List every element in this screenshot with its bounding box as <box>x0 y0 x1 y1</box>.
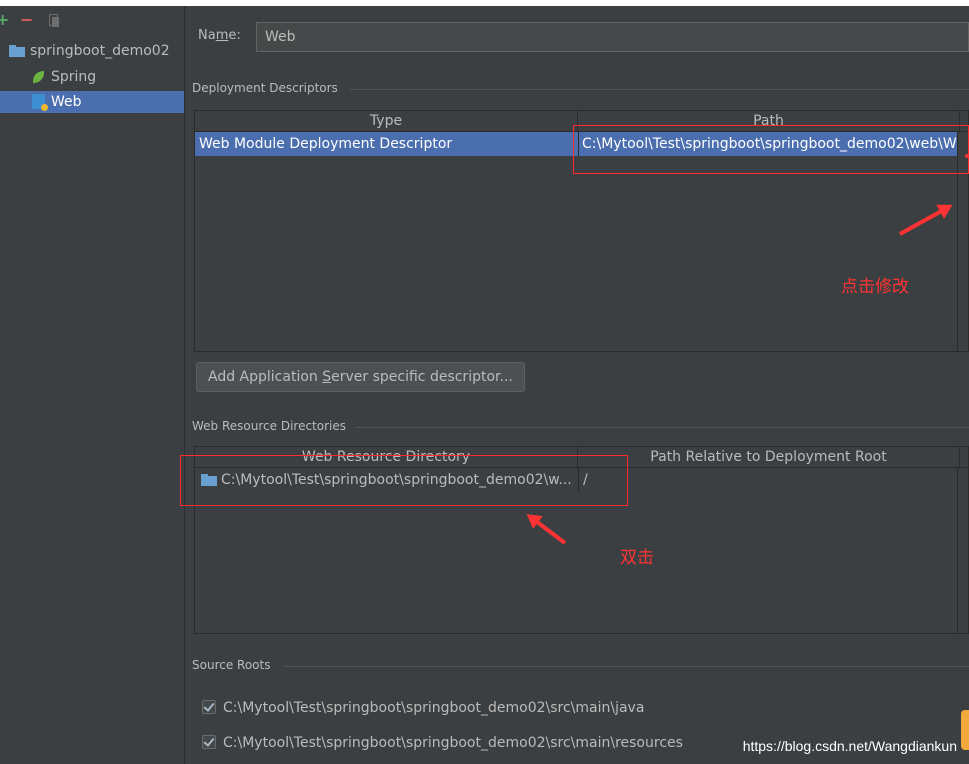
row-type: Web Module Deployment Descriptor <box>199 136 453 152</box>
add-server-descriptor-button[interactable]: Add Application Server specific descript… <box>196 362 525 392</box>
column-header-web-resource-directory[interactable]: Web Resource Directory <box>195 447 578 467</box>
folder-icon <box>201 474 217 486</box>
source-root-java-label: C:\Mytool\Test\springboot\springboot_dem… <box>223 700 645 716</box>
annotation-double-click: 双击 <box>620 548 654 568</box>
column-header-type[interactable]: Type <box>195 111 578 131</box>
side-badge <box>961 710 969 750</box>
scrollbar[interactable] <box>957 132 968 351</box>
column-header-relative-path[interactable]: Path Relative to Deployment Root <box>578 447 960 467</box>
web-facet-icon <box>32 94 48 111</box>
table-row[interactable]: Web Module Deployment Descriptor C:\Myto… <box>195 132 960 156</box>
add-icon[interactable]: + <box>0 12 9 28</box>
annotation-dot <box>965 154 969 158</box>
scrollbar[interactable] <box>957 468 968 633</box>
table-header: Web Resource Directory Path Relative to … <box>195 447 968 468</box>
source-root-java-checkbox[interactable] <box>202 700 216 714</box>
facet-tree-panel: + − springboot_demo02 Spring Web <box>0 6 185 764</box>
row-directory[interactable]: C:\Mytool\Test\springboot\springboot_dem… <box>195 468 578 492</box>
row-relative-path[interactable]: / <box>578 468 960 492</box>
web-resource-directories-title: Web Resource Directories <box>192 419 346 433</box>
name-label: Name: <box>198 28 241 43</box>
source-root-resources-checkbox[interactable] <box>202 735 216 749</box>
source-roots-title: Source Roots <box>192 658 271 672</box>
copy-icon[interactable] <box>49 14 59 28</box>
tree-item-web-label: Web <box>51 94 82 110</box>
name-input[interactable]: Web <box>256 22 969 52</box>
divider <box>356 427 969 428</box>
web-resource-directories-table[interactable]: Web Resource Directory Path Relative to … <box>194 446 969 634</box>
tree-item-spring[interactable]: Spring <box>0 66 184 88</box>
remove-icon[interactable]: − <box>20 12 33 28</box>
column-header-path[interactable]: Path <box>578 111 960 131</box>
row-path[interactable]: C:\Mytool\Test\springboot\springboot_dem… <box>578 132 960 156</box>
tree-item-web[interactable]: Web <box>0 91 184 113</box>
table-header: Type Path <box>195 111 968 132</box>
source-root-resources-label: C:\Mytool\Test\springboot\springboot_dem… <box>223 735 683 751</box>
tree-item-module[interactable]: springboot_demo02 <box>0 40 184 62</box>
divider <box>284 666 969 667</box>
table-row[interactable]: C:\Mytool\Test\springboot\springboot_dem… <box>195 468 960 492</box>
module-folder-icon <box>9 45 25 57</box>
deployment-descriptors-table[interactable]: Type Path Web Module Deployment Descript… <box>194 110 969 352</box>
tree-item-spring-label: Spring <box>51 69 97 85</box>
tree-item-module-label: springboot_demo02 <box>30 43 170 59</box>
spring-leaf-icon <box>31 70 46 84</box>
deployment-descriptors-title: Deployment Descriptors <box>192 81 338 95</box>
facet-editor: Name: Web Deployment Descriptors Type Pa… <box>186 6 969 764</box>
watermark: https://blog.csdn.net/Wangdiankun <box>742 738 957 754</box>
annotation-click-to-modify: 点击修改 <box>841 277 909 297</box>
divider <box>350 89 969 90</box>
